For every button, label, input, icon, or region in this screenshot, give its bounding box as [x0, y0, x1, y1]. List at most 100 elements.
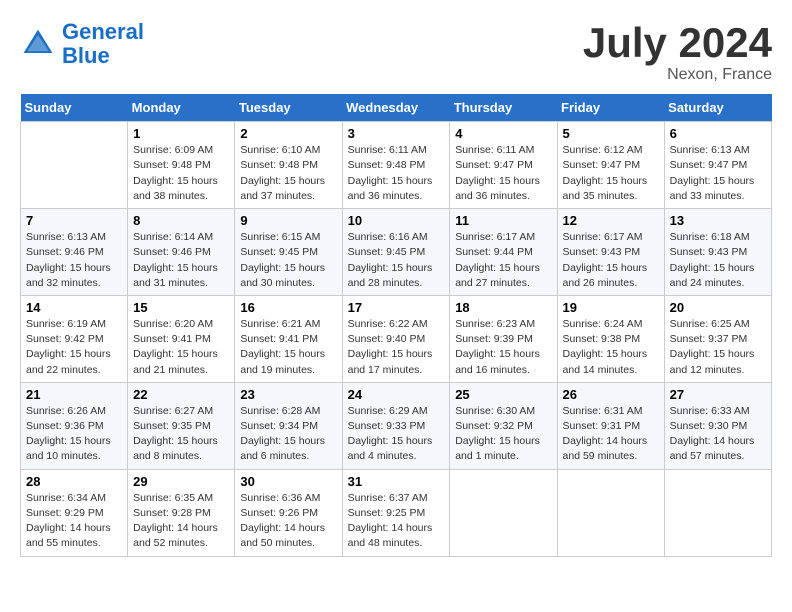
day-number: 2	[240, 126, 336, 141]
day-number: 21	[26, 387, 122, 402]
day-info: Sunrise: 6:21 AM Sunset: 9:41 PM Dayligh…	[240, 317, 336, 378]
calendar-cell	[664, 469, 771, 556]
calendar-cell: 31Sunrise: 6:37 AM Sunset: 9:25 PM Dayli…	[342, 469, 450, 556]
day-number: 11	[455, 213, 551, 228]
day-info: Sunrise: 6:30 AM Sunset: 9:32 PM Dayligh…	[455, 404, 551, 465]
calendar-cell: 28Sunrise: 6:34 AM Sunset: 9:29 PM Dayli…	[21, 469, 128, 556]
column-header-wednesday: Wednesday	[342, 94, 450, 122]
day-number: 3	[348, 126, 445, 141]
column-header-friday: Friday	[557, 94, 664, 122]
calendar-cell: 16 Sunrise: 6:21 AM Sunset: 9:41 PM Dayli…	[235, 295, 342, 382]
day-info: Sunrise: 6:18 AM Sunset: 9:43 PM Dayligh…	[670, 230, 766, 291]
day-number: 22	[133, 387, 229, 402]
day-info: Sunrise: 6:26 AM Sunset: 9:36 PM Dayligh…	[26, 404, 122, 465]
calendar-cell: 27 Sunrise: 6:33 AM Sunset: 9:30 PM Dayli…	[664, 382, 771, 469]
calendar-cell: 18 Sunrise: 6:23 AM Sunset: 9:39 PM Dayli…	[450, 295, 557, 382]
day-number: 1	[133, 126, 229, 141]
calendar-table: SundayMondayTuesdayWednesdayThursdayFrid…	[20, 94, 772, 556]
day-number: 6	[670, 126, 766, 141]
day-number: 10	[348, 213, 445, 228]
day-info: Sunrise: 6:33 AM Sunset: 9:30 PM Dayligh…	[670, 404, 766, 465]
day-info: Sunrise: 6:25 AM Sunset: 9:37 PM Dayligh…	[670, 317, 766, 378]
logo-icon	[20, 26, 56, 62]
day-info: Sunrise: 6:15 AM Sunset: 9:45 PM Dayligh…	[240, 230, 336, 291]
calendar-cell: 10 Sunrise: 6:16 AM Sunset: 9:45 PM Dayli…	[342, 209, 450, 296]
day-info: Sunrise: 6:22 AM Sunset: 9:40 PM Dayligh…	[348, 317, 445, 378]
day-info: Sunrise: 6:27 AM Sunset: 9:35 PM Dayligh…	[133, 404, 229, 465]
title-block: July 2024 Nexon, France	[583, 20, 772, 84]
day-info: Sunrise: 6:19 AM Sunset: 9:42 PM Dayligh…	[26, 317, 122, 378]
calendar-cell: 24 Sunrise: 6:29 AM Sunset: 9:33 PM Dayli…	[342, 382, 450, 469]
page-header: General Blue July 2024 Nexon, France	[20, 20, 772, 84]
calendar-cell: 1Sunrise: 6:09 AM Sunset: 9:48 PM Daylig…	[128, 122, 235, 209]
main-title: July 2024	[583, 20, 772, 66]
logo-text: General Blue	[62, 20, 144, 68]
day-info: Sunrise: 6:24 AM Sunset: 9:38 PM Dayligh…	[563, 317, 659, 378]
day-number: 31	[348, 474, 445, 489]
day-number: 15	[133, 300, 229, 315]
calendar-body: 1Sunrise: 6:09 AM Sunset: 9:48 PM Daylig…	[21, 122, 772, 556]
column-header-monday: Monday	[128, 94, 235, 122]
day-number: 5	[563, 126, 659, 141]
day-info: Sunrise: 6:11 AM Sunset: 9:48 PM Dayligh…	[348, 143, 445, 204]
calendar-cell: 3 Sunrise: 6:11 AM Sunset: 9:48 PM Daylig…	[342, 122, 450, 209]
week-row-3: 14 Sunrise: 6:19 AM Sunset: 9:42 PM Dayli…	[21, 295, 772, 382]
column-header-thursday: Thursday	[450, 94, 557, 122]
day-number: 7	[26, 213, 122, 228]
day-info: Sunrise: 6:17 AM Sunset: 9:43 PM Dayligh…	[563, 230, 659, 291]
column-header-sunday: Sunday	[21, 94, 128, 122]
calendar-cell: 26 Sunrise: 6:31 AM Sunset: 9:31 PM Dayli…	[557, 382, 664, 469]
day-info: Sunrise: 6:13 AM Sunset: 9:47 PM Dayligh…	[670, 143, 766, 204]
day-info: Sunrise: 6:11 AM Sunset: 9:47 PM Dayligh…	[455, 143, 551, 204]
calendar-cell	[557, 469, 664, 556]
day-number: 18	[455, 300, 551, 315]
day-number: 29	[133, 474, 229, 489]
calendar-cell: 30Sunrise: 6:36 AM Sunset: 9:26 PM Dayli…	[235, 469, 342, 556]
column-header-saturday: Saturday	[664, 94, 771, 122]
day-number: 30	[240, 474, 336, 489]
day-number: 23	[240, 387, 336, 402]
week-row-2: 7 Sunrise: 6:13 AM Sunset: 9:46 PM Daylig…	[21, 209, 772, 296]
day-number: 4	[455, 126, 551, 141]
calendar-cell: 8Sunrise: 6:14 AM Sunset: 9:46 PM Daylig…	[128, 209, 235, 296]
calendar-cell	[21, 122, 128, 209]
day-number: 24	[348, 387, 445, 402]
day-number: 12	[563, 213, 659, 228]
calendar-cell: 21 Sunrise: 6:26 AM Sunset: 9:36 PM Dayli…	[21, 382, 128, 469]
calendar-cell: 25 Sunrise: 6:30 AM Sunset: 9:32 PM Dayli…	[450, 382, 557, 469]
day-info: Sunrise: 6:28 AM Sunset: 9:34 PM Dayligh…	[240, 404, 336, 465]
calendar-cell: 2 Sunrise: 6:10 AM Sunset: 9:48 PM Daylig…	[235, 122, 342, 209]
day-number: 26	[563, 387, 659, 402]
day-info: Sunrise: 6:29 AM Sunset: 9:33 PM Dayligh…	[348, 404, 445, 465]
day-number: 19	[563, 300, 659, 315]
calendar-cell: 19 Sunrise: 6:24 AM Sunset: 9:38 PM Dayli…	[557, 295, 664, 382]
day-info: Sunrise: 6:31 AM Sunset: 9:31 PM Dayligh…	[563, 404, 659, 465]
day-info: Sunrise: 6:16 AM Sunset: 9:45 PM Dayligh…	[348, 230, 445, 291]
day-info: Sunrise: 6:12 AM Sunset: 9:47 PM Dayligh…	[563, 143, 659, 204]
day-number: 16	[240, 300, 336, 315]
day-number: 9	[240, 213, 336, 228]
week-row-5: 28Sunrise: 6:34 AM Sunset: 9:29 PM Dayli…	[21, 469, 772, 556]
week-row-1: 1Sunrise: 6:09 AM Sunset: 9:48 PM Daylig…	[21, 122, 772, 209]
calendar-cell: 14 Sunrise: 6:19 AM Sunset: 9:42 PM Dayli…	[21, 295, 128, 382]
calendar-cell: 22 Sunrise: 6:27 AM Sunset: 9:35 PM Dayli…	[128, 382, 235, 469]
day-info: Sunrise: 6:14 AM Sunset: 9:46 PM Dayligh…	[133, 230, 229, 291]
day-number: 13	[670, 213, 766, 228]
calendar-cell: 9 Sunrise: 6:15 AM Sunset: 9:45 PM Daylig…	[235, 209, 342, 296]
day-info: Sunrise: 6:10 AM Sunset: 9:48 PM Dayligh…	[240, 143, 336, 204]
calendar-header: SundayMondayTuesdayWednesdayThursdayFrid…	[21, 94, 772, 122]
calendar-cell: 6 Sunrise: 6:13 AM Sunset: 9:47 PM Daylig…	[664, 122, 771, 209]
day-number: 28	[26, 474, 122, 489]
day-number: 20	[670, 300, 766, 315]
calendar-cell: 7 Sunrise: 6:13 AM Sunset: 9:46 PM Daylig…	[21, 209, 128, 296]
calendar-cell: 11Sunrise: 6:17 AM Sunset: 9:44 PM Dayli…	[450, 209, 557, 296]
day-number: 25	[455, 387, 551, 402]
day-info: Sunrise: 6:23 AM Sunset: 9:39 PM Dayligh…	[455, 317, 551, 378]
column-header-tuesday: Tuesday	[235, 94, 342, 122]
logo: General Blue	[20, 20, 144, 68]
day-info: Sunrise: 6:20 AM Sunset: 9:41 PM Dayligh…	[133, 317, 229, 378]
day-number: 27	[670, 387, 766, 402]
calendar-cell: 23 Sunrise: 6:28 AM Sunset: 9:34 PM Dayli…	[235, 382, 342, 469]
day-number: 14	[26, 300, 122, 315]
day-info: Sunrise: 6:13 AM Sunset: 9:46 PM Dayligh…	[26, 230, 122, 291]
